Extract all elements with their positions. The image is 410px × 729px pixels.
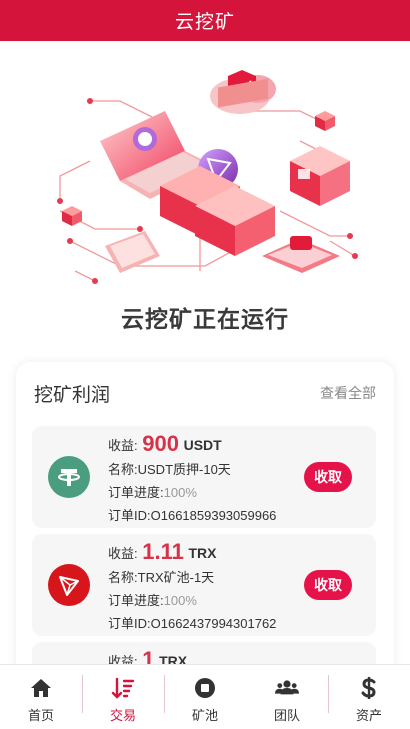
collect-button[interactable]: 收取: [304, 462, 352, 492]
name-label: 名称:: [108, 570, 138, 585]
order-id-line: 订单ID:O1661859393059966: [108, 504, 296, 527]
order-card: 收益: 900 USDT 名称:USDT质押-10天 订单进度:100% 订单I…: [32, 426, 376, 528]
nav-item-trade[interactable]: 交易: [82, 665, 164, 729]
name-line: 名称:USDT质押-10天: [108, 458, 296, 481]
home-icon: [31, 679, 51, 697]
order-id-value: O1662437994301762: [150, 616, 277, 631]
product-name: TRX矿池-1天: [137, 570, 215, 585]
progress-value: 100%: [163, 485, 197, 500]
nav-label-home: 首页: [27, 708, 54, 723]
order-info: 收益: 900 USDT 名称:USDT质押-10天 订单进度:100% 订单I…: [108, 432, 296, 527]
nav-label-trade: 交易: [109, 708, 136, 723]
nav-label-team: 团队: [273, 708, 300, 723]
progress-line: 订单进度:100%: [108, 589, 296, 612]
name-line: 名称:TRX矿池-1天: [108, 566, 296, 589]
earnings-amount: 1.11: [142, 539, 184, 564]
order-id-line: 订单ID:O1662437994301762: [108, 612, 296, 635]
earnings-label: 收益:: [108, 546, 138, 561]
progress-line: 订单进度:100%: [108, 481, 296, 504]
order-id-value: O1661859393059966: [150, 508, 277, 523]
mining-status-text: 云挖矿正在运行: [121, 306, 289, 332]
progress-label: 订单进度:: [108, 593, 164, 608]
order-card: 收益: 1.11 TRX 名称:TRX矿池-1天 订单进度:100% 订单ID:…: [32, 534, 376, 636]
progress-label: 订单进度:: [108, 485, 164, 500]
order-info: 收益: 1.11 TRX 名称:TRX矿池-1天 订单进度:100% 订单ID:…: [108, 540, 296, 635]
mining-illustration: [0, 41, 410, 291]
nav-item-assets[interactable]: 资产: [328, 665, 410, 729]
usdt-icon: [48, 456, 90, 498]
earnings-unit: TRX: [188, 545, 217, 561]
trx-icon: [48, 564, 90, 606]
bottom-nav: 首页 交易 矿池 团队 资产: [0, 664, 410, 729]
earnings-line: 收益: 900 USDT: [108, 432, 296, 458]
top-bar: 云挖矿: [0, 0, 410, 41]
nav-divider: [82, 675, 83, 713]
order-id-label: 订单ID:: [108, 508, 151, 523]
earnings-label: 收益:: [108, 438, 138, 453]
dollar-icon: [361, 677, 376, 699]
nav-divider: [164, 675, 165, 713]
earnings-line: 收益: 1.11 TRX: [108, 540, 296, 566]
sort-icon: [111, 677, 135, 699]
page-title: 云挖矿: [174, 12, 235, 33]
product-name: USDT质押-10天: [137, 462, 231, 477]
nav-item-home[interactable]: 首页: [0, 665, 82, 729]
order-id-label: 订单ID:: [108, 616, 151, 631]
stop-circle-icon: [195, 678, 215, 698]
earnings-unit: USDT: [183, 437, 222, 453]
mining-profit-panel: 挖矿利润 查看全部 收益: 900 USDT 名称:USDT质押-10天 订单进…: [16, 362, 394, 682]
nav-divider: [328, 675, 329, 713]
panel-header: 挖矿利润 查看全部: [16, 362, 394, 424]
nav-label-assets: 资产: [355, 708, 382, 723]
name-label: 名称:: [108, 462, 138, 477]
panel-title: 挖矿利润: [34, 384, 111, 406]
earnings-amount: 900: [142, 431, 179, 456]
view-all-link[interactable]: 查看全部: [320, 383, 376, 403]
nav-item-pool[interactable]: 矿池: [164, 665, 246, 729]
progress-value: 100%: [163, 593, 197, 608]
nav-item-team[interactable]: 团队: [246, 665, 328, 729]
users-icon: [275, 680, 299, 695]
nav-label-pool: 矿池: [191, 708, 218, 723]
collect-button[interactable]: 收取: [304, 570, 352, 600]
